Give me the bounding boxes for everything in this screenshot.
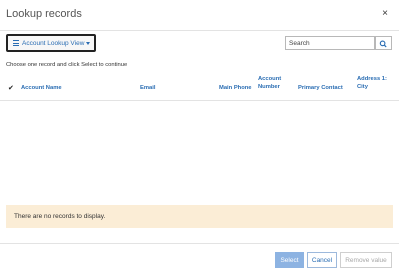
close-icon[interactable]: × bbox=[382, 8, 388, 19]
list-icon bbox=[13, 40, 19, 46]
search-button[interactable] bbox=[375, 36, 392, 50]
search-icon bbox=[379, 40, 387, 48]
cancel-button[interactable]: Cancel bbox=[307, 252, 337, 268]
dialog-title: Lookup records bbox=[6, 8, 82, 20]
view-selector-label: Account Lookup View bbox=[22, 39, 85, 47]
dialog-header: Lookup records × bbox=[0, 0, 399, 31]
column-header-account-number[interactable]: Account Number bbox=[258, 75, 286, 91]
empty-state-banner: There are no records to display. bbox=[6, 205, 393, 228]
column-header-account-name[interactable]: Account Name bbox=[21, 84, 62, 92]
dialog-footer-divider bbox=[0, 243, 399, 244]
chevron-down-icon bbox=[86, 41, 91, 45]
table-header: ✔ Account Name Email Main Phone Account … bbox=[0, 72, 399, 101]
column-header-primary-contact[interactable]: Primary Contact bbox=[298, 84, 343, 92]
select-all-checkmark-icon[interactable]: ✔ bbox=[8, 85, 14, 93]
instructions-text: Choose one record and click Select to co… bbox=[6, 62, 128, 68]
column-header-email[interactable]: Email bbox=[140, 84, 155, 92]
column-header-main-phone[interactable]: Main Phone bbox=[219, 84, 252, 92]
remove-value-button[interactable]: Remove value bbox=[340, 252, 392, 268]
search-input[interactable] bbox=[285, 36, 375, 50]
view-selector-button[interactable]: Account Lookup View bbox=[6, 34, 96, 52]
select-button[interactable]: Select bbox=[275, 252, 304, 268]
column-header-address-city[interactable]: Address 1: City bbox=[357, 75, 389, 91]
lookup-dialog: Lookup records × Account Lookup View Cho… bbox=[0, 0, 399, 272]
